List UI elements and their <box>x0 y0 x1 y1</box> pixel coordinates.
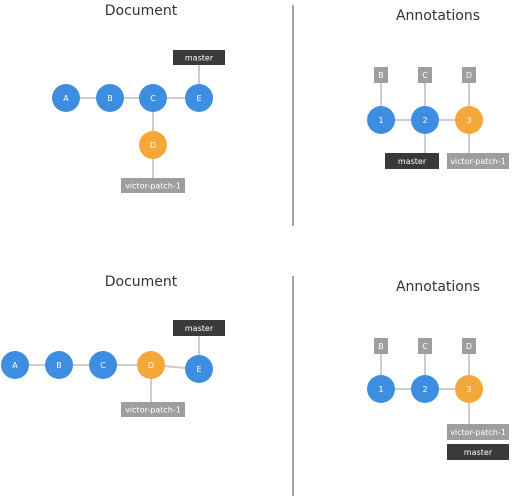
commit-node-d-label: D <box>150 141 156 150</box>
annotation-node-3-label: 3 <box>466 385 471 394</box>
victor-patch-tag-label: victor-patch-1 <box>125 406 181 415</box>
bottom-document-panel: Document master victor-patch-1 A B C D E <box>1 274 225 417</box>
commit-node-c-label: C <box>100 361 106 370</box>
master-tag-label: master <box>398 157 427 166</box>
commit-node-a-label: A <box>63 94 69 103</box>
master-tag-label: master <box>185 54 214 63</box>
victor-patch-tag-label: victor-patch-1 <box>450 157 506 166</box>
ref-box-c-label: C <box>422 71 428 80</box>
victor-patch-tag-label: victor-patch-1 <box>125 182 181 191</box>
top-document-panel: Document master victor-patch-1 A B C D E <box>52 3 225 193</box>
top-annotations-panel: Annotations B C D master victor-patch-1 … <box>367 8 509 169</box>
commit-node-c-label: C <box>150 94 156 103</box>
commit-node-d-label: D <box>148 361 154 370</box>
annotation-node-1-label: 1 <box>378 385 383 394</box>
bottom-annotations-title: Annotations <box>396 279 480 295</box>
ref-box-d-label: D <box>466 342 472 351</box>
ref-box-b-label: B <box>378 71 384 80</box>
commit-node-a-label: A <box>12 361 18 370</box>
commit-node-e-label: E <box>196 94 201 103</box>
top-document-title: Document <box>105 3 178 19</box>
victor-patch-tag-label: victor-patch-1 <box>450 428 506 437</box>
git-diagram: Document master victor-patch-1 A B C D E… <box>1 3 509 496</box>
annotation-node-2-label: 2 <box>422 385 427 394</box>
top-annotations-title: Annotations <box>396 8 480 24</box>
bottom-annotations-panel: Annotations B C D victor-patch-1 master … <box>367 279 509 460</box>
ref-box-d-label: D <box>466 71 472 80</box>
ref-box-c-label: C <box>422 342 428 351</box>
annotation-node-1-label: 1 <box>378 116 383 125</box>
commit-node-e-label: E <box>196 365 201 374</box>
commit-node-b-label: B <box>107 94 113 103</box>
commit-node-b-label: B <box>56 361 62 370</box>
diagram-canvas: Document master victor-patch-1 A B C D E… <box>0 0 512 498</box>
bottom-document-title: Document <box>105 274 178 290</box>
annotation-node-2-label: 2 <box>422 116 427 125</box>
ref-box-b-label: B <box>378 342 384 351</box>
annotation-node-3-label: 3 <box>466 116 471 125</box>
master-tag-label: master <box>464 448 493 457</box>
master-tag-label: master <box>185 324 214 333</box>
